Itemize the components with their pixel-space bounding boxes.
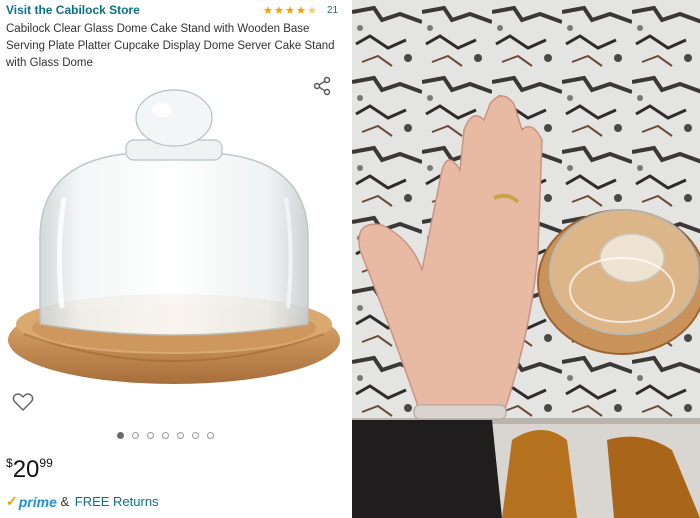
star-icon: ★ — [274, 4, 284, 17]
product-image[interactable] — [4, 88, 344, 398]
prime-check-icon: ✓ — [6, 493, 18, 509]
price-cents: 99 — [39, 456, 53, 470]
carousel-dot[interactable] — [207, 432, 214, 439]
price-symbol: $ — [6, 456, 13, 470]
price-whole: 20 — [12, 456, 40, 483]
carousel-dot[interactable] — [177, 432, 184, 439]
carousel-dot[interactable] — [117, 432, 124, 439]
amazon-product-panel: Visit the Cabilock Store ★ ★ ★ ★ ★ 21 Ca… — [0, 0, 352, 518]
carousel-dot[interactable] — [132, 432, 139, 439]
star-icon: ★ — [296, 4, 306, 17]
free-returns-link[interactable]: FREE Returns — [75, 494, 159, 509]
store-link[interactable]: Visit the Cabilock Store — [6, 3, 140, 17]
heart-icon[interactable] — [12, 392, 34, 412]
shipping-info: ✓ prime & FREE Returns — [6, 493, 159, 510]
shipping-joiner: & — [56, 494, 73, 509]
star-icon: ★ — [263, 4, 273, 17]
carousel-dot[interactable] — [162, 432, 169, 439]
product-title: Cabilock Clear Glass Dome Cake Stand wit… — [6, 23, 335, 69]
hand-with-cake-stand-photo — [352, 0, 700, 518]
price: $2099 — [6, 456, 53, 484]
image-carousel-dots — [117, 432, 214, 439]
carousel-dot[interactable] — [192, 432, 199, 439]
prime-logo: prime — [18, 493, 57, 510]
star-icon: ★ — [285, 4, 295, 17]
rating-count[interactable]: 21 — [327, 5, 338, 16]
rating-stars[interactable]: ★ ★ ★ ★ ★ — [263, 4, 318, 18]
customer-photo — [352, 0, 700, 518]
carousel-dot[interactable] — [147, 432, 154, 439]
star-half-icon: ★ — [307, 4, 317, 17]
